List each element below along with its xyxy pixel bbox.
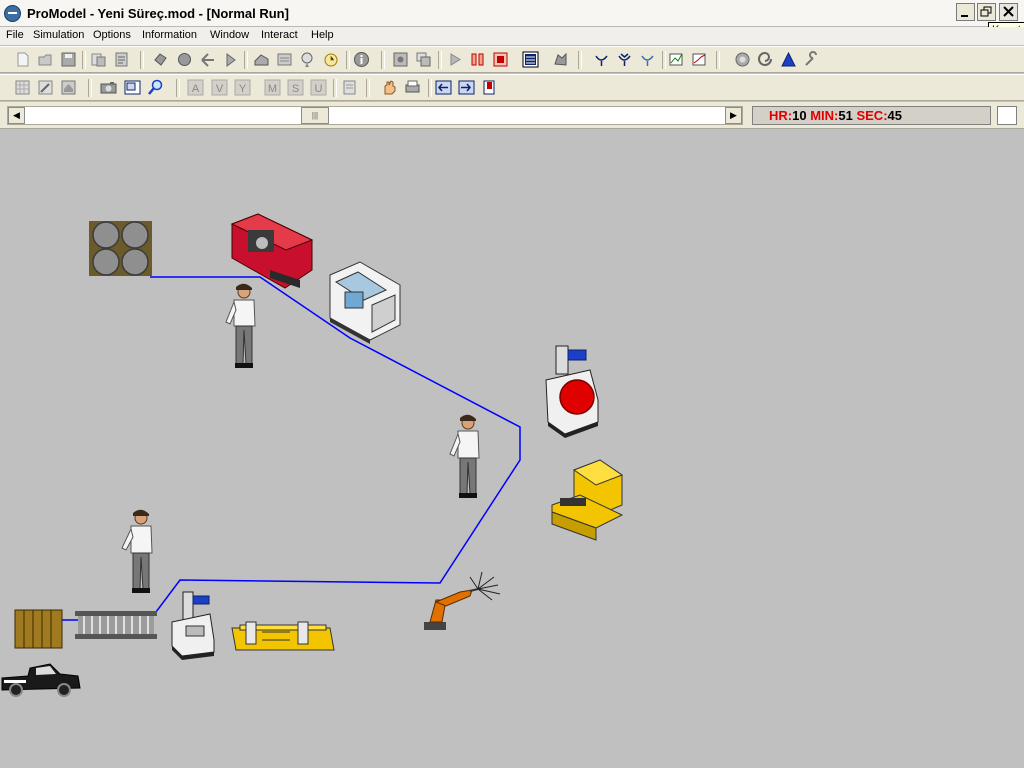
drum-pallet-icon[interactable] bbox=[89, 221, 152, 276]
edit-layout-icon[interactable] bbox=[37, 79, 54, 96]
swirl-icon[interactable] bbox=[757, 51, 774, 68]
save-icon[interactable] bbox=[60, 51, 77, 68]
align-a-icon[interactable]: A bbox=[187, 79, 204, 96]
dynamic-plot-icon[interactable] bbox=[668, 51, 685, 68]
zoom-to-fit-icon[interactable] bbox=[552, 51, 569, 68]
pause-icon[interactable] bbox=[469, 51, 486, 68]
wooden-pallet-icon[interactable] bbox=[14, 609, 63, 649]
clock-sec-label: SEC: bbox=[856, 108, 888, 123]
wrench-icon[interactable] bbox=[803, 51, 820, 68]
run-icon[interactable] bbox=[446, 51, 463, 68]
processing-icon[interactable] bbox=[253, 51, 270, 68]
grid-icon[interactable] bbox=[14, 79, 31, 96]
svg-text:M: M bbox=[268, 83, 277, 95]
align-v-icon[interactable]: V bbox=[211, 79, 228, 96]
zoom-window-icon[interactable] bbox=[124, 79, 141, 96]
path-networks-icon[interactable] bbox=[199, 51, 216, 68]
menu-options[interactable]: Options bbox=[93, 29, 131, 41]
windows-icon[interactable] bbox=[415, 51, 432, 68]
menu-bar: File Simulation Options Information Wind… bbox=[0, 27, 1024, 45]
menu-file[interactable]: File bbox=[6, 29, 24, 41]
align-y-icon[interactable]: Y bbox=[234, 79, 251, 96]
output-icon[interactable] bbox=[734, 51, 751, 68]
roller-conveyor-icon[interactable] bbox=[75, 611, 157, 639]
assembly-table-icon[interactable] bbox=[231, 621, 335, 651]
view-text-icon[interactable] bbox=[113, 51, 130, 68]
pickup-truck-icon[interactable] bbox=[1, 663, 81, 697]
svg-text:U: U bbox=[315, 83, 323, 95]
scroll-left-arrow[interactable]: ◀ bbox=[8, 107, 25, 124]
trace-continuous-icon[interactable] bbox=[616, 51, 633, 68]
horizontal-scrollbar[interactable]: ◀ ||| ▶ bbox=[7, 106, 743, 125]
simulation-clock: HR:10 MIN:51 SEC:45 bbox=[752, 106, 991, 125]
stop-icon[interactable] bbox=[492, 51, 509, 68]
camera-icon[interactable] bbox=[100, 79, 117, 96]
menu-information[interactable]: Information bbox=[142, 29, 197, 41]
menu-window[interactable]: Window bbox=[210, 29, 249, 41]
clock-hr-value: 10 bbox=[792, 108, 807, 123]
magnifier-icon[interactable] bbox=[147, 79, 164, 96]
press-machine-icon[interactable] bbox=[545, 345, 599, 438]
trace-step-icon[interactable] bbox=[593, 51, 610, 68]
welding-robot-icon[interactable] bbox=[424, 571, 501, 630]
info-icon[interactable] bbox=[353, 51, 370, 68]
print-icon[interactable] bbox=[404, 79, 421, 96]
layout-scroll-row: ◀ ||| ▶ HR:10 MIN:51 SEC:45 bbox=[0, 102, 1024, 129]
operator-1-icon[interactable] bbox=[225, 283, 256, 368]
clock-min-value: 51 bbox=[838, 108, 853, 123]
close-button[interactable] bbox=[999, 3, 1018, 21]
home-view-icon[interactable] bbox=[60, 79, 77, 96]
toolbar-layout: A V Y M S U bbox=[0, 74, 1024, 101]
flag-icon[interactable] bbox=[481, 79, 498, 96]
move-left-icon[interactable] bbox=[435, 79, 452, 96]
minimize-button[interactable] bbox=[956, 3, 975, 21]
document-icon[interactable] bbox=[341, 79, 358, 96]
operator-2-icon[interactable] bbox=[449, 414, 480, 498]
window-title: ProModel - Yeni Süreç.mod - [Normal Run] bbox=[27, 6, 289, 21]
hand-icon[interactable] bbox=[381, 79, 398, 96]
align-u-icon[interactable]: U bbox=[310, 79, 327, 96]
yellow-machining-center-icon[interactable] bbox=[551, 459, 624, 541]
new-file-icon[interactable] bbox=[14, 51, 31, 68]
title-bar: ProModel - Yeni Süreç.mod - [Normal Run] bbox=[0, 0, 1024, 27]
svg-text:V: V bbox=[216, 83, 224, 95]
open-file-icon[interactable] bbox=[37, 51, 54, 68]
app-icon[interactable] bbox=[4, 5, 21, 22]
align-m-icon[interactable]: M bbox=[264, 79, 281, 96]
simulation-layout[interactable] bbox=[0, 129, 1024, 768]
svg-text:A: A bbox=[192, 83, 200, 95]
options-icon[interactable] bbox=[392, 51, 409, 68]
merge-icon[interactable] bbox=[90, 51, 107, 68]
triangle-icon[interactable] bbox=[780, 51, 797, 68]
locations-icon[interactable] bbox=[152, 51, 169, 68]
scroll-thumb[interactable]: ||| bbox=[301, 107, 329, 124]
align-s-icon[interactable]: S bbox=[287, 79, 304, 96]
animation-icon[interactable] bbox=[522, 51, 539, 68]
clock-toggle-button[interactable] bbox=[997, 106, 1017, 125]
arrivals-icon[interactable] bbox=[276, 51, 293, 68]
svg-text:S: S bbox=[292, 83, 299, 95]
clock-min-label: MIN: bbox=[810, 108, 839, 123]
operator-3-icon[interactable] bbox=[121, 509, 153, 593]
menu-simulation[interactable]: Simulation bbox=[33, 29, 84, 41]
clock-sec-value: 45 bbox=[887, 108, 902, 123]
drill-press-icon[interactable] bbox=[171, 591, 215, 660]
clock-hr-label: HR: bbox=[769, 108, 793, 123]
svg-text:Y: Y bbox=[239, 83, 247, 95]
menu-interact[interactable]: Interact bbox=[261, 29, 298, 41]
statistics-plot-icon[interactable] bbox=[691, 51, 708, 68]
path-network bbox=[62, 276, 521, 621]
entities-icon[interactable] bbox=[176, 51, 193, 68]
trace-off-icon[interactable] bbox=[639, 51, 656, 68]
toolbar-main bbox=[0, 46, 1024, 73]
shifts-icon[interactable] bbox=[299, 51, 316, 68]
clock-settings-icon[interactable] bbox=[322, 51, 339, 68]
menu-help[interactable]: Help bbox=[311, 29, 334, 41]
resources-icon[interactable] bbox=[222, 51, 239, 68]
restore-button[interactable] bbox=[977, 3, 996, 21]
scroll-right-arrow[interactable]: ▶ bbox=[725, 107, 742, 124]
move-right-icon[interactable] bbox=[458, 79, 475, 96]
